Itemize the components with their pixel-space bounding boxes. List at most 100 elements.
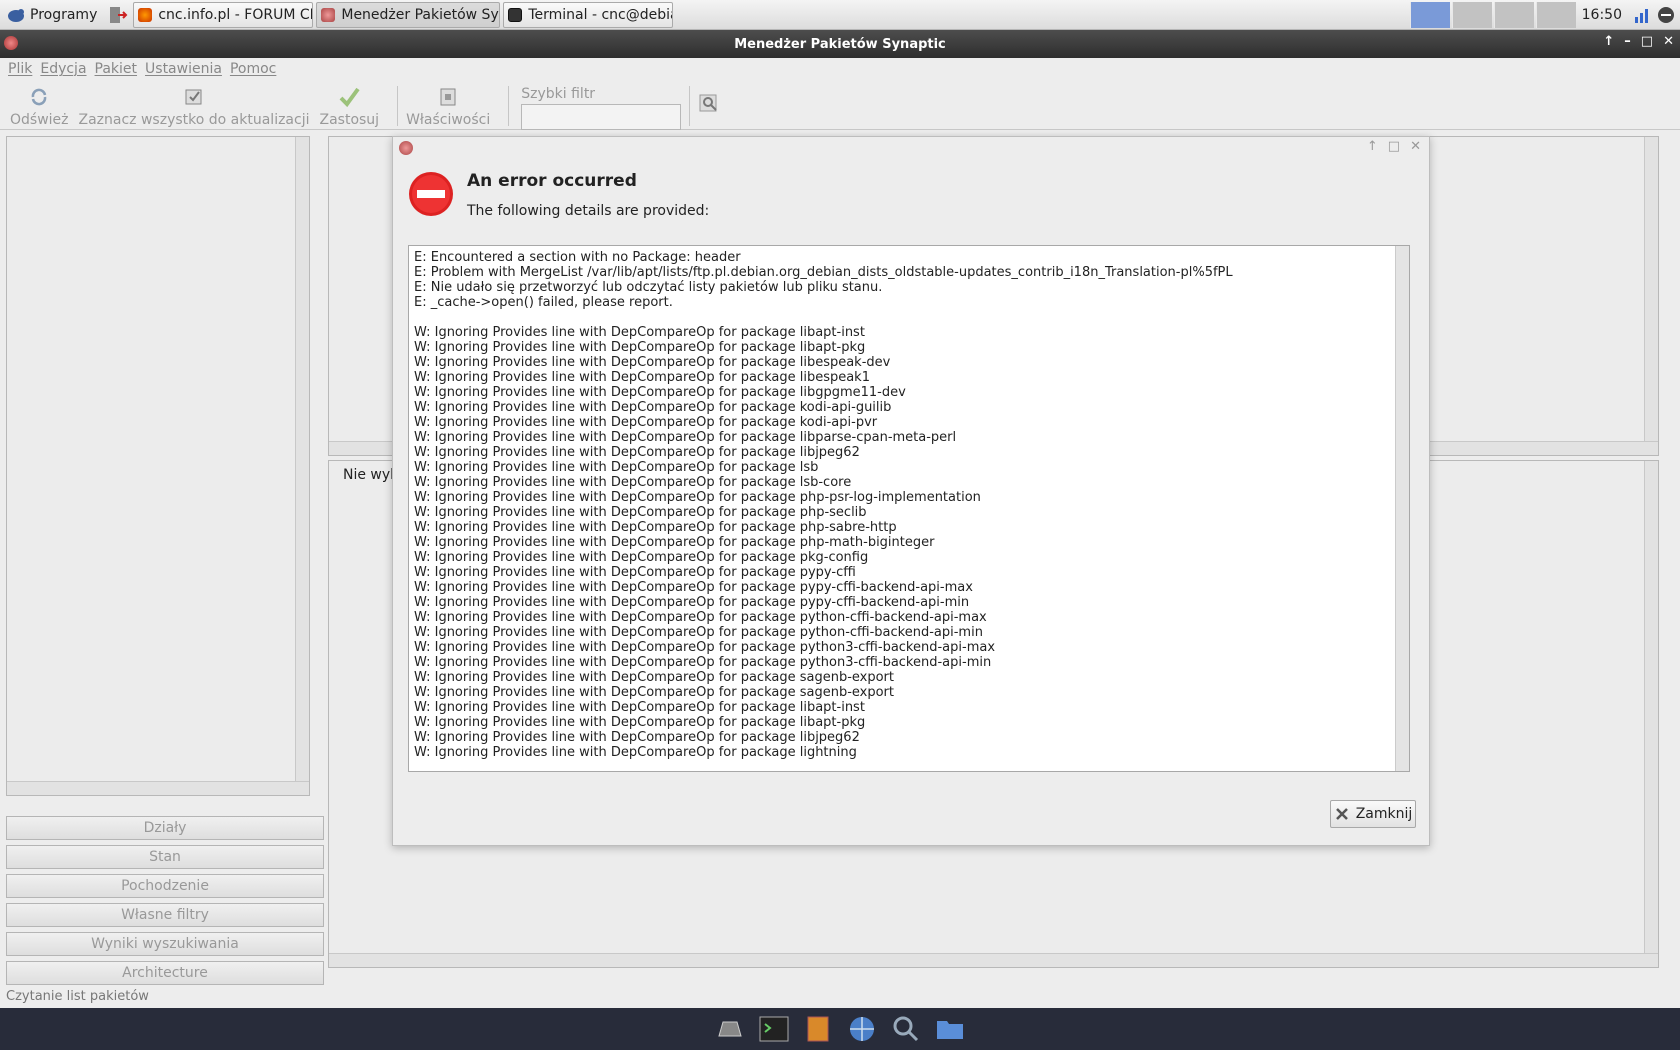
error-detail-line: E: _cache->open() failed, please report. — [414, 295, 673, 310]
start-menu-button[interactable]: Programy — [0, 0, 103, 30]
filter-search-results-button[interactable]: Wyniki wyszukiwania — [6, 932, 324, 956]
error-detail-line — [414, 310, 1233, 325]
quick-filter: Szybki filtr — [521, 86, 682, 130]
menubar: Plik Edycja Pakiet Ustawienia Pomoc — [0, 58, 1680, 80]
network-signal-icon[interactable] — [1632, 5, 1652, 25]
error-detail-line: W: Ignoring Provides line with DepCompar… — [414, 445, 860, 460]
start-menu-label: Programy — [30, 6, 98, 23]
error-detail-line: E: Nie udało się przetworzyć lub odczyta… — [414, 280, 883, 295]
workspace-2[interactable] — [1451, 2, 1492, 28]
error-details-vscrollbar[interactable] — [1395, 246, 1409, 771]
no-package-selected-text: Nie wyb — [343, 467, 400, 483]
status-bar: Czytanie list pakietów — [6, 989, 149, 1004]
error-detail-line: W: Ignoring Provides line with DepCompar… — [414, 490, 981, 505]
properties-button[interactable]: Właściwości — [406, 86, 490, 128]
search-dock-icon[interactable] — [888, 1013, 924, 1045]
section-list-hscrollbar[interactable] — [7, 781, 309, 795]
file-manager-dock-icon[interactable] — [800, 1013, 836, 1045]
refresh-label: Odśwież — [10, 112, 69, 128]
checkmark-icon — [338, 86, 360, 108]
properties-icon — [437, 86, 459, 108]
error-detail-line: W: Ignoring Provides line with DepCompar… — [414, 385, 906, 400]
section-list[interactable] — [6, 136, 310, 796]
workspace-3[interactable] — [1493, 2, 1534, 28]
minimize-icon[interactable]: – — [1624, 34, 1631, 49]
package-list-vscrollbar[interactable] — [1644, 137, 1658, 455]
mark-all-upgrades-button[interactable]: Zaznacz wszystko do aktualizacji — [78, 86, 310, 128]
toolbar: Odśwież Zaznacz wszystko do aktualizacji… — [0, 80, 1680, 130]
apply-label: Zastosuj — [319, 112, 380, 128]
bottom-dock — [0, 1008, 1680, 1050]
error-detail-line: W: Ignoring Provides line with DepCompar… — [414, 670, 895, 685]
maximize-icon[interactable]: □ — [1641, 34, 1653, 49]
filter-origin-button[interactable]: Pochodzenie — [6, 874, 324, 898]
workspace-4[interactable] — [1535, 2, 1576, 28]
task-browser[interactable]: cnc.info.pl - FORUM CNC... — [133, 1, 314, 28]
error-detail-line: W: Ignoring Provides line with DepCompar… — [414, 745, 857, 760]
dialog-title: An error occurred — [467, 171, 637, 191]
menu-package[interactable]: Pakiet — [91, 61, 142, 77]
package-details-vscrollbar[interactable] — [1644, 461, 1658, 967]
system-tray: 16:50 — [1408, 0, 1680, 30]
keep-above-icon[interactable]: ↑ — [1603, 34, 1614, 49]
error-detail-line: W: Ignoring Provides line with DepCompar… — [414, 460, 819, 475]
show-desktop-icon[interactable] — [712, 1013, 748, 1045]
menu-file[interactable]: Plik — [4, 61, 36, 77]
mouse-logo-icon — [8, 8, 24, 22]
error-detail-line: W: Ignoring Provides line with DepCompar… — [414, 475, 852, 490]
filter-status-button[interactable]: Stan — [6, 845, 324, 869]
folder-dock-icon[interactable] — [932, 1013, 968, 1045]
dialog-keep-above-icon[interactable]: ↑ — [1367, 139, 1378, 154]
error-detail-line: W: Ignoring Provides line with DepCompar… — [414, 685, 895, 700]
menu-help[interactable]: Pomoc — [226, 61, 280, 77]
web-browser-dock-icon[interactable] — [844, 1013, 880, 1045]
error-detail-line: W: Ignoring Provides line with DepCompar… — [414, 400, 892, 415]
close-icon[interactable]: ✕ — [1663, 34, 1674, 49]
search-button[interactable] — [698, 92, 720, 114]
package-details-hscrollbar[interactable] — [329, 953, 1658, 967]
synaptic-dialog-icon — [399, 141, 413, 155]
error-detail-line: W: Ignoring Provides line with DepCompar… — [414, 355, 891, 370]
mark-all-icon — [183, 86, 205, 108]
search-icon — [698, 92, 720, 114]
workspace-1[interactable] — [1409, 2, 1450, 28]
dialog-close-icon[interactable]: ✕ — [1410, 139, 1421, 154]
task-terminal[interactable]: Terminal - cnc@debian: ~ — [503, 1, 674, 28]
window-title: Menedżer Pakietów Synaptic — [734, 36, 946, 52]
filter-sections-button[interactable]: Działy — [6, 816, 324, 840]
power-icon[interactable] — [1656, 5, 1676, 25]
terminal-dock-icon[interactable] — [756, 1013, 792, 1045]
synaptic-icon — [321, 7, 336, 22]
error-detail-line: W: Ignoring Provides line with DepCompar… — [414, 370, 870, 385]
filter-architecture-button[interactable]: Architecture — [6, 961, 324, 985]
clock[interactable]: 16:50 — [1576, 7, 1628, 23]
mark-all-label: Zaznacz wszystko do aktualizacji — [78, 112, 310, 128]
dialog-titlebar[interactable]: ↑ □ ✕ — [393, 137, 1429, 159]
error-detail-line: W: Ignoring Provides line with DepCompar… — [414, 580, 973, 595]
close-button-label: Zamknij — [1355, 806, 1413, 822]
error-details-textview[interactable]: E: Encountered a section with no Package… — [408, 245, 1410, 772]
menu-edit[interactable]: Edycja — [36, 61, 90, 77]
error-detail-line: W: Ignoring Provides line with DepCompar… — [414, 505, 867, 520]
refresh-button[interactable]: Odśwież — [10, 86, 69, 128]
error-detail-line: W: Ignoring Provides line with DepCompar… — [414, 640, 996, 655]
quick-filter-label: Szybki filtr — [521, 86, 596, 102]
apply-button[interactable]: Zastosuj — [319, 86, 379, 128]
window-titlebar[interactable]: Menedżer Pakietów Synaptic ↑ – □ ✕ — [0, 30, 1680, 58]
error-detail-line: W: Ignoring Provides line with DepCompar… — [414, 730, 860, 745]
close-button[interactable]: Zamknij — [1330, 800, 1416, 828]
task-terminal-label: Terminal - cnc@debian: ~ — [528, 6, 672, 23]
quick-filter-input[interactable] — [521, 104, 682, 130]
logout-launcher-icon[interactable] — [107, 4, 129, 26]
dialog-subtitle: The following details are provided: — [467, 203, 710, 219]
error-detail-line: E: Encountered a section with no Package… — [414, 250, 741, 265]
section-list-vscrollbar[interactable] — [295, 137, 309, 781]
error-detail-line: W: Ignoring Provides line with DepCompar… — [414, 550, 869, 565]
task-synaptic[interactable]: Menedżer Pakietów Syn... — [316, 1, 501, 28]
menu-settings[interactable]: Ustawienia — [141, 61, 226, 77]
toolbar-separator — [689, 86, 691, 126]
filter-custom-button[interactable]: Własne filtry — [6, 903, 324, 927]
synaptic-app-icon — [4, 36, 18, 50]
dialog-maximize-icon[interactable]: □ — [1388, 139, 1400, 154]
firefox-icon — [138, 7, 153, 22]
